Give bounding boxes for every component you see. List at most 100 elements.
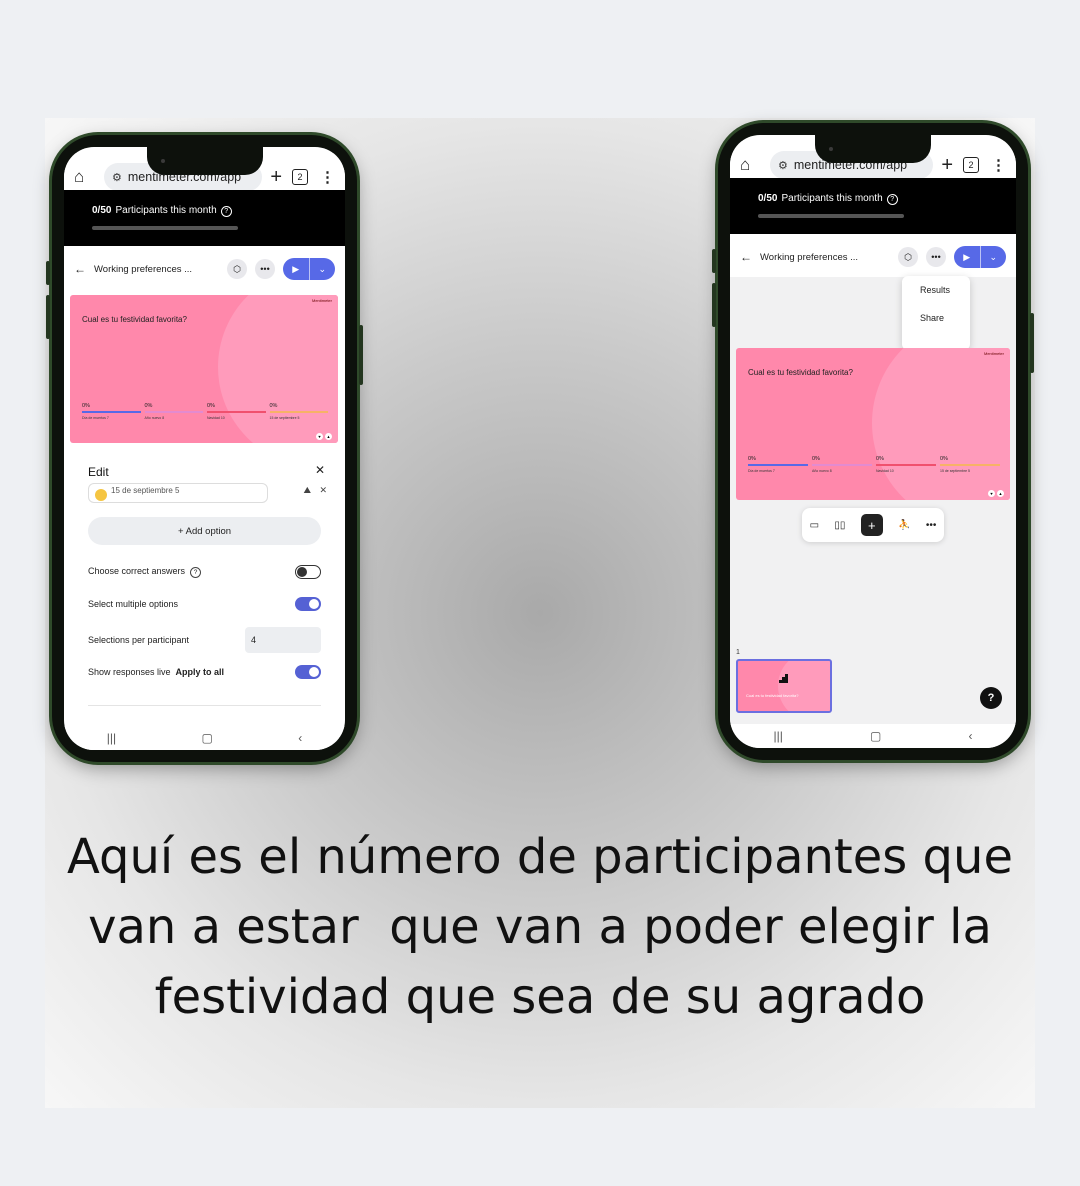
correct-answers-setting: Choose correct answers? (88, 561, 321, 583)
caption-line: van a estar que van a poder elegir la (88, 899, 992, 955)
participants-bar: 0/50 Participants this month? (730, 178, 1016, 234)
browser-menu-icon[interactable]: ⋮ (320, 168, 335, 186)
browser-menu-icon[interactable]: ⋮ (991, 156, 1006, 174)
participants-bar: 0/50 Participants this month? (64, 190, 345, 246)
more-options-icon[interactable]: ••• (926, 247, 946, 267)
image-icon[interactable]: ⛰ (303, 485, 311, 496)
edit-heading: Edit (88, 465, 109, 479)
option-column: 0% Año nuevo 8 (144, 403, 203, 420)
editor-canvas (730, 277, 1016, 724)
brand-logo: Mentimeter (311, 298, 332, 303)
participants-count: 0/50 (758, 193, 778, 204)
caption-line: festividad que sea de su agrado (154, 969, 926, 1025)
person-run-icon[interactable]: ⛹ (898, 520, 910, 531)
option-column: 0% 15 de septiembre 5 (940, 456, 1000, 473)
columns-icon[interactable]: ▯▯ (834, 520, 845, 531)
option-column: 0% Año nuevo 8 (812, 456, 872, 473)
responses-live-toggle[interactable] (295, 665, 321, 679)
help-circle-icon[interactable]: ? (886, 194, 898, 205)
option-column: 0% Día de muertos 7 (82, 403, 141, 420)
settings-hex-icon[interactable]: ⬡ (898, 247, 918, 267)
option-column: 0% 15 de septiembre 5 (269, 403, 328, 420)
comment-icon[interactable]: ▭ (810, 520, 819, 531)
back-nav-icon[interactable]: ‹ (968, 729, 972, 743)
participants-label: Participants this month (115, 205, 217, 216)
slide-tools-bar: ▭ ▯▯ + ⛹ ••• (802, 508, 944, 542)
option-column: 0% Día de muertos 7 (748, 456, 808, 473)
help-circle-icon[interactable]: ? (220, 206, 232, 217)
caption-text: Aquí es el número de participantes que v… (45, 822, 1035, 1032)
slide-question: Cual es tu festividad favorita? (82, 315, 187, 324)
left-screen: ⌂ ⚙ mentimeter.com/app + 2 ⋮ 0/50 Partici… (64, 147, 345, 750)
brand-logo: Mentimeter (983, 351, 1004, 356)
option-input[interactable]: 15 de septiembre 5 (88, 483, 268, 503)
participants-progress (758, 214, 904, 218)
more-options-menu: Results Share (902, 276, 970, 350)
right-screen: ⌂ ⚙ mentimeter.com/app + 2 ⋮ 0/50 Partici… (730, 135, 1016, 748)
add-option-button[interactable]: + Add option (88, 517, 321, 545)
settings-hex-icon[interactable]: ⬡ (227, 259, 247, 279)
correct-answers-toggle[interactable] (295, 565, 321, 579)
android-nav-bar: ||| ▢ ‹ (730, 724, 1016, 748)
site-settings-icon[interactable]: ⚙ (112, 171, 122, 184)
slide-number: 1 (736, 649, 740, 656)
present-button[interactable]: ▶ ⌄ (954, 246, 1006, 268)
person-icon[interactable]: ▲ (997, 490, 1004, 497)
back-nav-icon[interactable]: ‹ (298, 731, 302, 745)
more-tools-icon[interactable]: ••• (926, 520, 937, 531)
recent-apps-icon[interactable]: ||| (107, 731, 116, 745)
tab-count-button[interactable]: 2 (292, 169, 308, 185)
person-icon[interactable]: ▲ (325, 433, 332, 440)
back-arrow-icon[interactable]: ← (740, 250, 760, 264)
caption-line: Aquí es el número de participantes que (67, 829, 1013, 885)
slide-preview[interactable]: Mentimeter Cual es tu festividad favorit… (70, 295, 338, 443)
new-tab-icon[interactable]: + (270, 166, 282, 189)
selections-input[interactable]: 4 (245, 627, 321, 653)
new-tab-icon[interactable]: + (941, 154, 953, 177)
presentation-toolbar: ← Working preferences ... ⬡ ••• ▶ ⌄ (64, 249, 345, 289)
recent-apps-icon[interactable]: ||| (774, 729, 783, 743)
presentation-title[interactable]: Working preferences ... (94, 264, 219, 275)
slide-preview[interactable]: Mentimeter Cual es tu festividad favorit… (736, 348, 1010, 500)
option-column: 0% Navidad 10 (207, 403, 266, 420)
presentation-toolbar: ← Working preferences ... ⬡ ••• ▶ ⌄ (730, 237, 1016, 277)
present-button[interactable]: ▶ ⌄ (283, 258, 335, 280)
option-color-dot[interactable] (95, 489, 107, 501)
back-arrow-icon[interactable]: ← (74, 262, 94, 276)
thumbnail-text: Cual es tu festividad favorita? (746, 693, 799, 698)
home-icon[interactable]: ⌂ (740, 155, 762, 175)
multiple-options-setting: Select multiple options (88, 593, 321, 615)
edit-panel: Edit ✕ 15 de septiembre 5 ⛰ ✕ + Add opti… (70, 453, 339, 750)
remove-option-icon[interactable]: ✕ (319, 485, 327, 496)
participants-progress (92, 226, 238, 230)
multiple-options-toggle[interactable] (295, 597, 321, 611)
bar-chart-icon (779, 674, 788, 683)
right-phone: ⌂ ⚙ mentimeter.com/app + 2 ⋮ 0/50 Partici… (712, 123, 1034, 760)
responses-live-setting: Show responses live Apply to all (88, 661, 321, 683)
site-settings-icon[interactable]: ⚙ (778, 159, 788, 172)
more-options-icon[interactable]: ••• (255, 259, 275, 279)
apply-to-all-link[interactable]: Apply to all (176, 667, 225, 677)
add-slide-button[interactable]: + (860, 514, 883, 536)
heart-icon[interactable]: ♥ (316, 433, 323, 440)
chevron-down-icon[interactable]: ⌄ (979, 246, 1007, 268)
heart-icon[interactable]: ♥ (988, 490, 995, 497)
presentation-title[interactable]: Working preferences ... (760, 252, 890, 263)
android-nav-bar: ||| ▢ ‹ (64, 726, 345, 750)
option-column: 0% Navidad 10 (876, 456, 936, 473)
help-circle-icon[interactable]: ? (190, 567, 202, 578)
menu-item-share[interactable]: Share (902, 304, 970, 332)
help-button[interactable]: ? (980, 687, 1002, 709)
play-icon: ▶ (292, 263, 300, 274)
chevron-down-icon[interactable]: ⌄ (308, 258, 336, 280)
menu-item-results[interactable]: Results (902, 276, 970, 304)
play-icon: ▶ (963, 251, 971, 262)
slide-thumbnail[interactable]: Cual es tu festividad favorita? (736, 659, 832, 713)
tab-count-button[interactable]: 2 (963, 157, 979, 173)
participants-count: 0/50 (92, 205, 112, 216)
home-nav-icon[interactable]: ▢ (870, 729, 881, 743)
close-icon[interactable]: ✕ (315, 463, 325, 477)
left-phone: ⌂ ⚙ mentimeter.com/app + 2 ⋮ 0/50 Partici… (46, 135, 363, 762)
home-nav-icon[interactable]: ▢ (201, 731, 212, 745)
home-icon[interactable]: ⌂ (74, 167, 96, 187)
